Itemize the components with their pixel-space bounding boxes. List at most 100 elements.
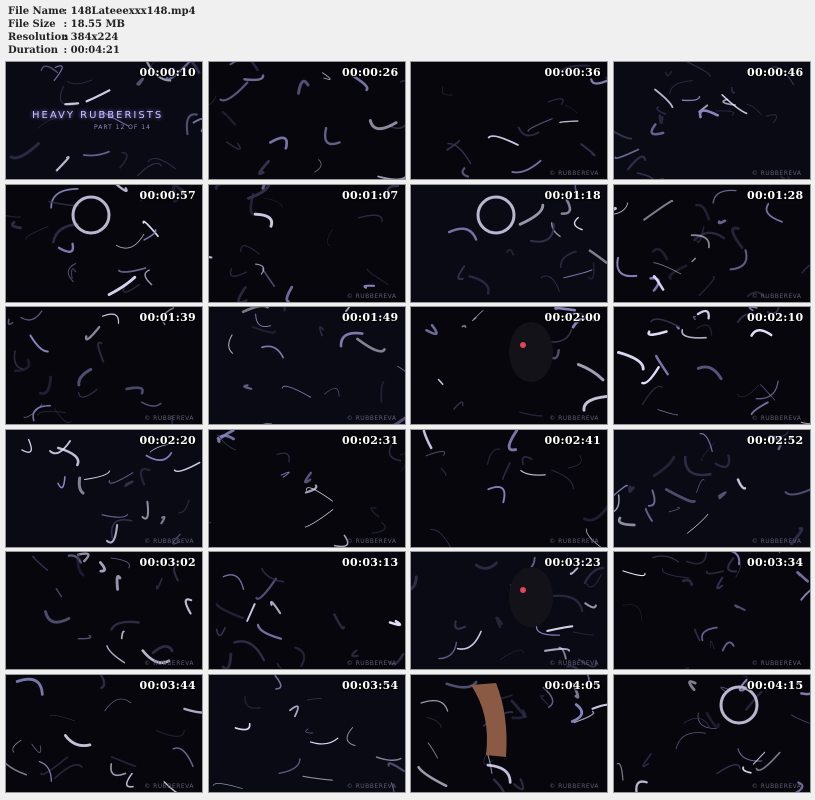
video-thumbnail: 00:02:10 © RUBBEREVA xyxy=(612,306,811,425)
resolution-value: : 384x224 xyxy=(63,32,119,43)
video-thumbnail: 00:03:44 © RUBBEREVA xyxy=(5,673,203,793)
frame-image xyxy=(411,62,607,179)
watermark: © RUBBEREVA xyxy=(144,782,194,790)
file-info-panel: File Name : 148Lateeexxx148.mp4 File Siz… xyxy=(8,5,196,57)
duration-row: Duration : 00:04:21 xyxy=(8,44,196,57)
video-thumbnail: 00:01:18 xyxy=(410,183,608,303)
timestamp-label: 00:01:49 xyxy=(342,311,399,324)
watermark: © RUBBEREVA xyxy=(751,782,802,790)
timestamp-label: 00:02:41 xyxy=(544,433,601,447)
watermark: © RUBBEREVA xyxy=(346,782,397,790)
video-part-label: PART 12 OF 14 xyxy=(94,124,151,131)
frame-image xyxy=(208,307,405,424)
frame-image xyxy=(613,184,810,302)
video-thumbnail: 00:02:00 © RUBBEREVA xyxy=(410,306,608,425)
watermark: © RUBBEREVA xyxy=(549,170,599,177)
watermark: © RUBBEREVA xyxy=(751,292,802,300)
watermark: © RUBBEREVA xyxy=(346,537,397,545)
frame-image xyxy=(208,674,405,792)
video-thumbnail: 00:01:49 © RUBBEREVA xyxy=(207,306,406,425)
watermark: © RUBBEREVA xyxy=(751,537,802,545)
frame-image xyxy=(613,552,810,669)
watermark: © RUBBEREVA xyxy=(346,292,397,300)
timestamp-label: 00:02:31 xyxy=(342,433,399,447)
timestamp-label: 00:02:00 xyxy=(544,311,601,324)
watermark: © RUBBEREVA xyxy=(549,415,599,422)
video-thumbnail: 00:00:46 © RUBBEREVA xyxy=(612,61,811,180)
frame-image xyxy=(208,184,405,302)
timestamp-label: 00:04:05 xyxy=(544,678,601,692)
video-thumbnail: 00:01:28 © RUBBEREVA xyxy=(612,183,811,303)
watermark: © RUBBEREVA xyxy=(751,660,802,667)
timestamp-label: 00:02:20 xyxy=(139,433,196,447)
timestamp-label: 00:00:36 xyxy=(544,66,601,79)
file-size-value: : 18.55 MB xyxy=(63,19,125,30)
timestamp-label: 00:00:10 xyxy=(139,66,196,79)
watermark: © RUBBEREVA xyxy=(751,415,802,422)
file-name-label: File Name xyxy=(8,6,66,17)
file-size-row: File Size : 18.55 MB xyxy=(8,18,196,31)
frame-image xyxy=(411,307,607,424)
video-thumbnail: 00:00:57 xyxy=(5,183,203,303)
duration-label: Duration xyxy=(8,45,59,56)
file-size-label: File Size xyxy=(8,19,56,30)
duration-value: : 00:04:21 xyxy=(63,45,120,56)
watermark: © RUBBEREVA xyxy=(346,660,397,667)
frame-image xyxy=(208,62,405,179)
timestamp-label: 00:00:57 xyxy=(139,188,196,202)
timestamp-label: 00:01:39 xyxy=(139,311,196,324)
video-thumbnail: 00:03:02 © RUBBEREVA xyxy=(5,551,203,670)
frame-image xyxy=(613,307,810,424)
resolution-row: Resolution : 384x224 xyxy=(8,31,196,44)
frame-image xyxy=(613,429,810,547)
watermark: © RUBBEREVA xyxy=(549,782,599,790)
frame-image xyxy=(6,307,202,424)
timestamp-label: 00:02:52 xyxy=(747,433,804,447)
timestamp-label: 00:01:18 xyxy=(544,188,601,202)
file-name-value: : 148Lateeexxx148.mp4 xyxy=(63,6,196,17)
video-thumbnail: 00:01:07 © RUBBEREVA xyxy=(207,183,406,303)
video-thumbnail: 00:02:20 © RUBBEREVA xyxy=(5,428,203,548)
frame-image xyxy=(411,429,607,547)
frame-image xyxy=(411,184,607,302)
timestamp-label: 00:03:44 xyxy=(139,678,196,692)
video-thumbnail: 00:02:41 © RUBBEREVA xyxy=(410,428,608,548)
video-thumbnail: 00:03:13 © RUBBEREVA xyxy=(207,551,406,670)
timestamp-label: 00:02:10 xyxy=(747,311,804,324)
frame-image xyxy=(6,62,202,179)
video-thumbnail: 00:00:36 © RUBBEREVA xyxy=(410,61,608,180)
frame-image xyxy=(411,552,607,669)
frame-image xyxy=(613,674,810,792)
video-thumbnail: 00:01:39 © RUBBEREVA xyxy=(5,306,203,425)
timestamp-label: 00:03:02 xyxy=(139,556,196,569)
watermark: © RUBBEREVA xyxy=(144,660,194,667)
video-thumbnail: 00:03:54 © RUBBEREVA xyxy=(207,673,406,793)
video-thumbnail: HEAVY RUBBERISTS PART 12 OF 14 00:00:10 xyxy=(5,61,203,180)
frame-image xyxy=(6,552,202,669)
timestamp-label: 00:03:54 xyxy=(342,678,399,692)
timestamp-label: 00:03:23 xyxy=(544,556,601,569)
timestamp-label: 00:01:28 xyxy=(747,188,804,202)
video-thumbnail: 00:04:05 © RUBBEREVA xyxy=(410,673,608,793)
frame-image xyxy=(6,429,202,547)
watermark: © RUBBEREVA xyxy=(144,415,194,422)
resolution-label: Resolution xyxy=(8,32,69,43)
timestamp-label: 00:00:26 xyxy=(342,66,399,79)
video-thumbnail: 00:02:31 © RUBBEREVA xyxy=(207,428,406,548)
video-thumbnail: 00:04:15 © RUBBEREVA xyxy=(612,673,811,793)
video-thumbnail: 00:02:52 © RUBBEREVA xyxy=(612,428,811,548)
timestamp-label: 00:00:46 xyxy=(747,66,804,79)
frame-image xyxy=(6,184,202,302)
frame-image xyxy=(411,674,607,792)
timestamp-label: 00:04:15 xyxy=(747,678,804,692)
timestamp-label: 00:01:07 xyxy=(342,188,399,202)
frame-image xyxy=(208,429,405,547)
frame-image xyxy=(6,674,202,792)
file-name-row: File Name : 148Lateeexxx148.mp4 xyxy=(8,5,196,18)
watermark: © RUBBEREVA xyxy=(751,170,802,177)
timestamp-label: 00:03:13 xyxy=(342,556,399,569)
video-title-art: HEAVY RUBBERISTS xyxy=(32,110,164,121)
watermark: © RUBBEREVA xyxy=(549,537,599,545)
video-thumbnail: 00:03:23 © RUBBEREVA xyxy=(410,551,608,670)
watermark: © RUBBEREVA xyxy=(549,660,599,667)
